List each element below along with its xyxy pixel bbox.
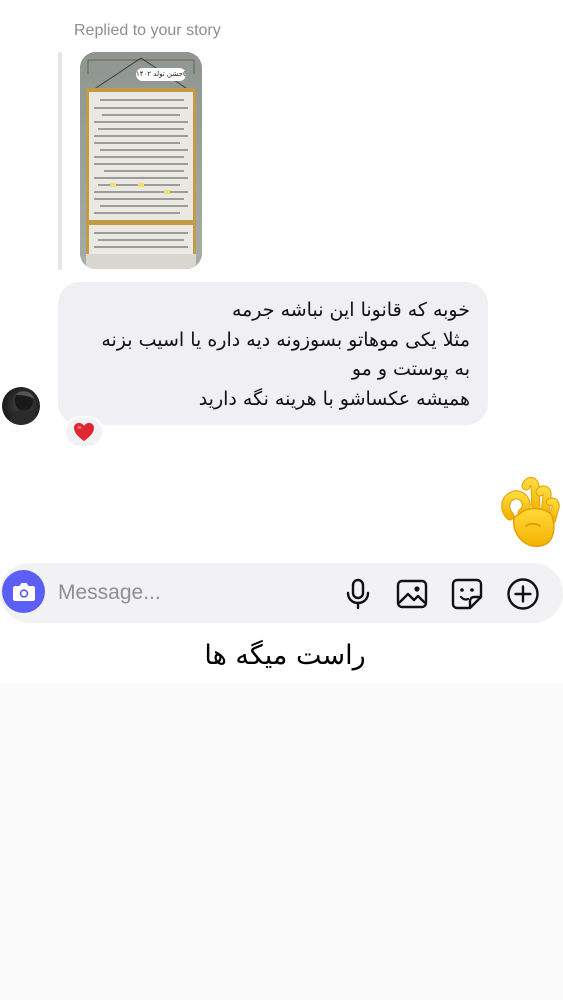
gallery-icon: [396, 579, 428, 609]
heart-icon: [74, 422, 94, 442]
ok-hand-icon: [501, 477, 560, 547]
camera-icon: [12, 582, 35, 601]
microphone-button[interactable]: [340, 576, 376, 612]
message-line: همیشه عکساشو با هرینه نگه دارید: [198, 387, 470, 410]
camera-button[interactable]: [2, 570, 45, 613]
sticker-button[interactable]: [449, 576, 485, 612]
story-thumbnail[interactable]: جشن تولد ۱۴۰۲😄: [80, 52, 202, 269]
message-line: مثلا یکی موهاتو بسوزونه دیه داره یا اسیب…: [101, 328, 470, 351]
incoming-message-bubble[interactable]: خوبه که قانونا این نباشه جرمه مثلا یکی م…: [58, 282, 488, 425]
avatar-image: [8, 391, 38, 425]
reply-indicator-bar: [58, 52, 62, 270]
message-line: به پوستت و مو: [351, 358, 470, 380]
message-line: خوبه که قانونا این نباشه جرمه: [231, 299, 470, 321]
story-thumbnail-image: [80, 52, 202, 269]
add-button[interactable]: [505, 576, 541, 612]
gallery-button[interactable]: [394, 576, 430, 612]
message-input[interactable]: [58, 578, 318, 608]
sender-avatar[interactable]: [2, 387, 40, 425]
microphone-icon: [346, 578, 370, 610]
replied-to-story-label: Replied to your story: [74, 22, 221, 39]
story-thumbnail-caption: جشن تولد ۱۴۰۲😄: [136, 68, 186, 81]
sent-ok-hand-emoji[interactable]: [496, 476, 560, 552]
heart-reaction[interactable]: [64, 416, 104, 448]
add-icon: [507, 578, 539, 610]
overlay-caption: راست میگه ها: [204, 640, 366, 671]
sticker-icon: [451, 578, 483, 610]
message-composer: [0, 563, 563, 623]
chat-thread: Replied to your story جشن تولد ۱۴۰۲ خوبه…: [0, 0, 563, 560]
